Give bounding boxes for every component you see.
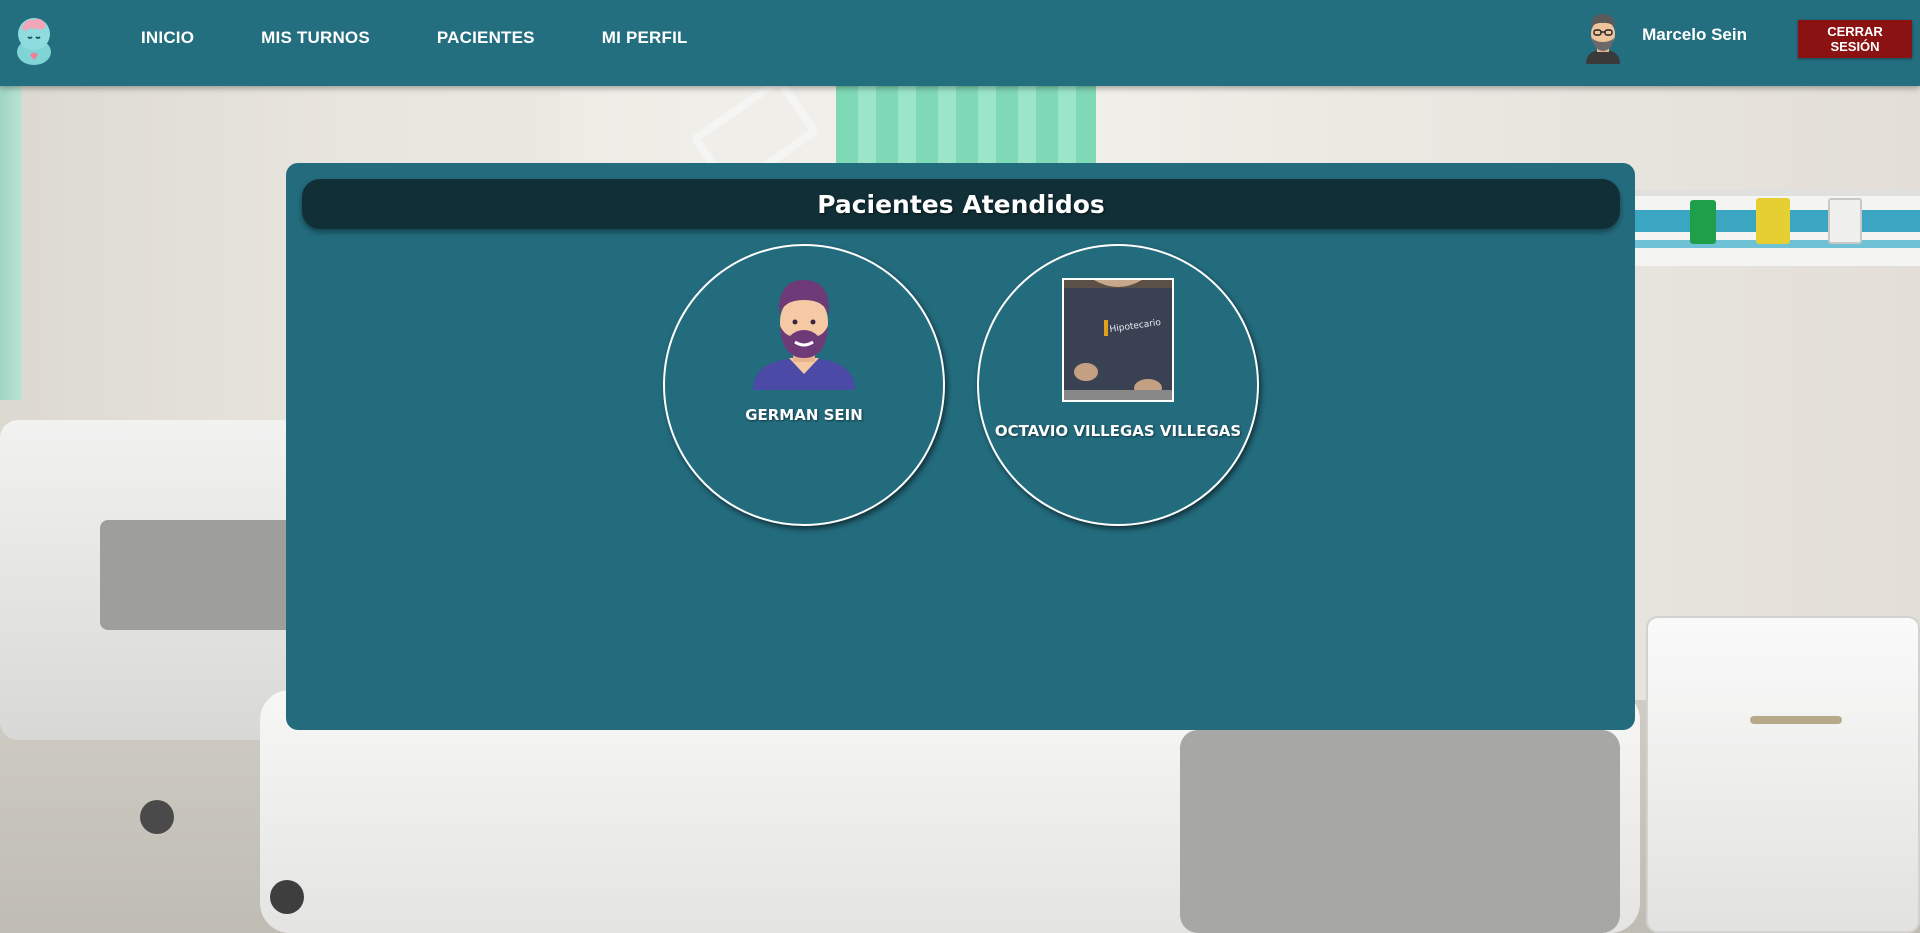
user-name: Marcelo Sein xyxy=(1642,25,1747,44)
nav-inicio-link[interactable]: INICIO xyxy=(141,28,194,48)
bearded-man-avatar-icon xyxy=(749,278,859,390)
patient-name: OCTAVIO VILLEGAS VILLEGAS xyxy=(994,422,1242,440)
logout-button[interactable]: CERRAR SESIÓN xyxy=(1798,20,1912,58)
patient-card[interactable]: Hipotecario OCTAVIO VILLEGAS VILLEGAS xyxy=(977,244,1259,526)
patients-panel: Pacientes Atendidos GERMAN SEIN Hipoteca… xyxy=(286,163,1635,730)
nav-pacientes-link[interactable]: PACIENTES xyxy=(437,28,535,48)
patient-photo: Hipotecario xyxy=(1062,278,1174,402)
brain-logo-icon[interactable] xyxy=(10,12,58,66)
page-title: Pacientes Atendidos xyxy=(817,189,1105,219)
patient-card[interactable]: GERMAN SEIN xyxy=(663,244,945,526)
patient-name: GERMAN SEIN xyxy=(745,406,863,424)
user-avatar-icon[interactable] xyxy=(1582,12,1624,64)
panel-header: Pacientes Atendidos xyxy=(302,179,1620,229)
user-area: Marcelo Sein CERRAR SESIÓN xyxy=(1582,0,1920,76)
top-navbar: INICIO MIS TURNOS PACIENTES MI PERFIL Ma… xyxy=(0,0,1920,86)
nav-mis-turnos-link[interactable]: MIS TURNOS xyxy=(261,28,370,48)
nav-mi-perfil-link[interactable]: MI PERFIL xyxy=(602,28,688,48)
main-navigation: INICIO MIS TURNOS PACIENTES MI PERFIL xyxy=(141,0,755,76)
